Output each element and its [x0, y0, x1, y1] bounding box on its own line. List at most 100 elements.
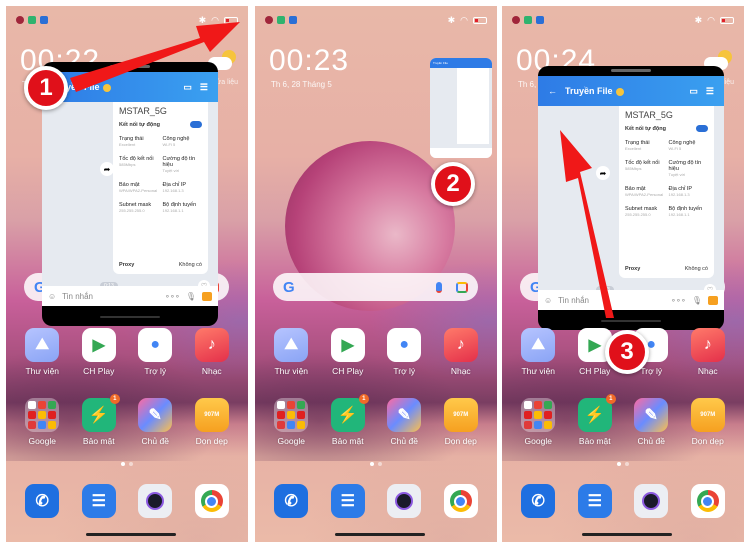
app-security[interactable]: ⚡ 1 Bảo mật: [569, 394, 621, 446]
dock-phone[interactable]: ✆: [16, 484, 68, 518]
ssid: MSTAR_5G: [119, 106, 167, 116]
compose-bar[interactable]: ☺ Tin nhắn ∘∘∘ 🎙: [538, 290, 724, 310]
app-assistant[interactable]: ● Trợ lý: [129, 328, 181, 376]
app-google-folder[interactable]: Google: [16, 398, 68, 446]
image-icon[interactable]: [708, 295, 718, 305]
home-bar[interactable]: [582, 533, 672, 536]
app-row: Google ⚡ 1 Bảo mật ✎ Chủ đề 907M Dọn dẹp: [6, 394, 248, 446]
app-cleaner[interactable]: 907M Dọn dẹp: [186, 398, 238, 446]
app-play-store[interactable]: ▶ CH Play: [322, 328, 374, 376]
google-folder-icon: [25, 398, 60, 432]
floating-window[interactable]: Truyền File ▭ ☰ MSTAR_5G Kết nối tự động …: [42, 62, 218, 326]
app-cleaner[interactable]: 907M Dọn dẹp: [682, 398, 734, 446]
dock-phone[interactable]: ✆: [512, 484, 564, 518]
status-bar: ✱ ◠: [16, 14, 238, 26]
bluetooth-icon: ✱: [198, 14, 207, 25]
mic-icon[interactable]: 🎙: [692, 296, 702, 305]
step-marker-2: 2: [431, 162, 475, 206]
gallery-icon: ⛰: [521, 328, 556, 362]
play-store-icon: ▶: [81, 328, 116, 362]
app-gallery[interactable]: ⛰ Thư viện: [265, 328, 317, 376]
dock-chrome[interactable]: [186, 484, 238, 518]
app-security[interactable]: ⚡ 1 Bảo mật: [73, 394, 125, 446]
google-search-bar[interactable]: G: [273, 273, 478, 301]
emoji-icon[interactable]: ☺: [544, 296, 552, 305]
field: Subnet mask 255.255.255.0: [625, 206, 658, 217]
forward-icon[interactable]: ➦: [100, 162, 114, 176]
app-music[interactable]: ♪ Nhạc: [682, 328, 734, 376]
verified-icon: [615, 87, 624, 96]
date: Th 6, 28 Tháng 5: [271, 80, 332, 89]
app-themes[interactable]: ✎ Chủ đề: [378, 398, 430, 446]
verified-icon: [102, 83, 111, 92]
messages-icon: ☰: [81, 484, 116, 518]
menu-icon[interactable]: ☰: [200, 82, 208, 93]
app-cleaner[interactable]: 907M Dọn dẹp: [435, 398, 487, 446]
google-logo: G: [283, 278, 295, 296]
app-google-folder[interactable]: Google: [512, 398, 564, 446]
dock-chrome[interactable]: [435, 484, 487, 518]
home-bar[interactable]: [335, 533, 425, 536]
auto-connect-toggle[interactable]: [190, 121, 202, 128]
app-google-folder[interactable]: Google: [265, 398, 317, 446]
google-folder-icon: [521, 398, 556, 432]
app-music[interactable]: ♪ Nhạc: [186, 328, 238, 376]
themes-icon: ✎: [387, 398, 422, 432]
app-music[interactable]: ♪ Nhạc: [435, 328, 487, 376]
assistant-icon: ●: [138, 328, 173, 362]
app-security[interactable]: ⚡ 1 Bảo mật: [322, 394, 374, 446]
field: Cường độ tín hiệu Tuyệt vời: [668, 160, 702, 177]
more-icon[interactable]: ∘∘∘: [165, 292, 180, 301]
app-gallery[interactable]: ⛰ Thư viện: [16, 328, 68, 376]
assistant-icon: ●: [387, 328, 422, 362]
window-home-bar[interactable]: [601, 320, 661, 322]
gallery-icon[interactable]: ▭: [689, 86, 698, 97]
auto-connect-toggle[interactable]: [696, 125, 708, 132]
image-icon[interactable]: [202, 291, 212, 301]
dock-phone[interactable]: ✆: [265, 484, 317, 518]
wifi-icon: ◠: [707, 14, 715, 25]
dock-messages[interactable]: ☰: [73, 484, 125, 518]
app-assistant[interactable]: ● Trợ lý: [378, 328, 430, 376]
dock-chrome[interactable]: [682, 484, 734, 518]
field: Công nghệ Wi-Fi 5: [668, 140, 696, 151]
bluetooth-icon: ✱: [447, 14, 456, 25]
back-icon[interactable]: ←: [548, 86, 557, 96]
forward-icon[interactable]: ➦: [596, 166, 610, 180]
app-themes[interactable]: ✎ Chủ đề: [625, 398, 677, 446]
message-input[interactable]: Tin nhắn: [558, 296, 665, 305]
message-input[interactable]: Tin nhắn: [62, 292, 159, 301]
dock-messages[interactable]: ☰: [322, 484, 374, 518]
compose-bar[interactable]: ☺ Tin nhắn ∘∘∘ 🎙: [42, 286, 218, 306]
chrome-icon: [194, 484, 229, 518]
chrome-icon: [690, 484, 725, 518]
dock-camera[interactable]: [129, 484, 181, 518]
mic-icon[interactable]: 🎙: [186, 292, 196, 301]
themes-icon: ✎: [138, 398, 173, 432]
app-themes[interactable]: ✎ Chủ đề: [129, 398, 181, 446]
dock-camera[interactable]: [625, 484, 677, 518]
dock-messages[interactable]: ☰: [569, 484, 621, 518]
field: Bộ định tuyến 192.168.1.1: [162, 202, 197, 213]
cleaner-icon: 907M: [443, 398, 478, 432]
gallery-icon[interactable]: ▭: [183, 82, 192, 93]
emoji-icon[interactable]: ☺: [48, 292, 56, 301]
minimized-floating-window[interactable]: Truyền File: [430, 58, 492, 158]
app-icon: [40, 16, 48, 24]
dock-camera[interactable]: [378, 484, 430, 518]
more-icon[interactable]: ∘∘∘: [671, 296, 686, 305]
app-play-store[interactable]: ▶ CH Play: [73, 328, 125, 376]
menu-icon[interactable]: ☰: [706, 86, 714, 97]
status-bar: ✱ ◠: [265, 14, 487, 26]
home-bar[interactable]: [86, 533, 176, 536]
floating-window[interactable]: ← Truyền File ▭ ☰ MSTAR_5G Kết nối tự độn…: [538, 66, 724, 330]
field: Công nghệ Wi-Fi 5: [162, 136, 190, 147]
drag-handle[interactable]: [110, 65, 150, 68]
app-gallery[interactable]: ⛰ Thư viện: [512, 328, 564, 376]
window-home-bar[interactable]: [100, 316, 160, 318]
mic-icon[interactable]: [436, 281, 442, 293]
wifi-icon: ◠: [460, 14, 468, 25]
status-bar: ✱ ◠: [512, 14, 734, 26]
lens-icon[interactable]: [456, 281, 468, 293]
drag-handle[interactable]: [611, 69, 651, 72]
